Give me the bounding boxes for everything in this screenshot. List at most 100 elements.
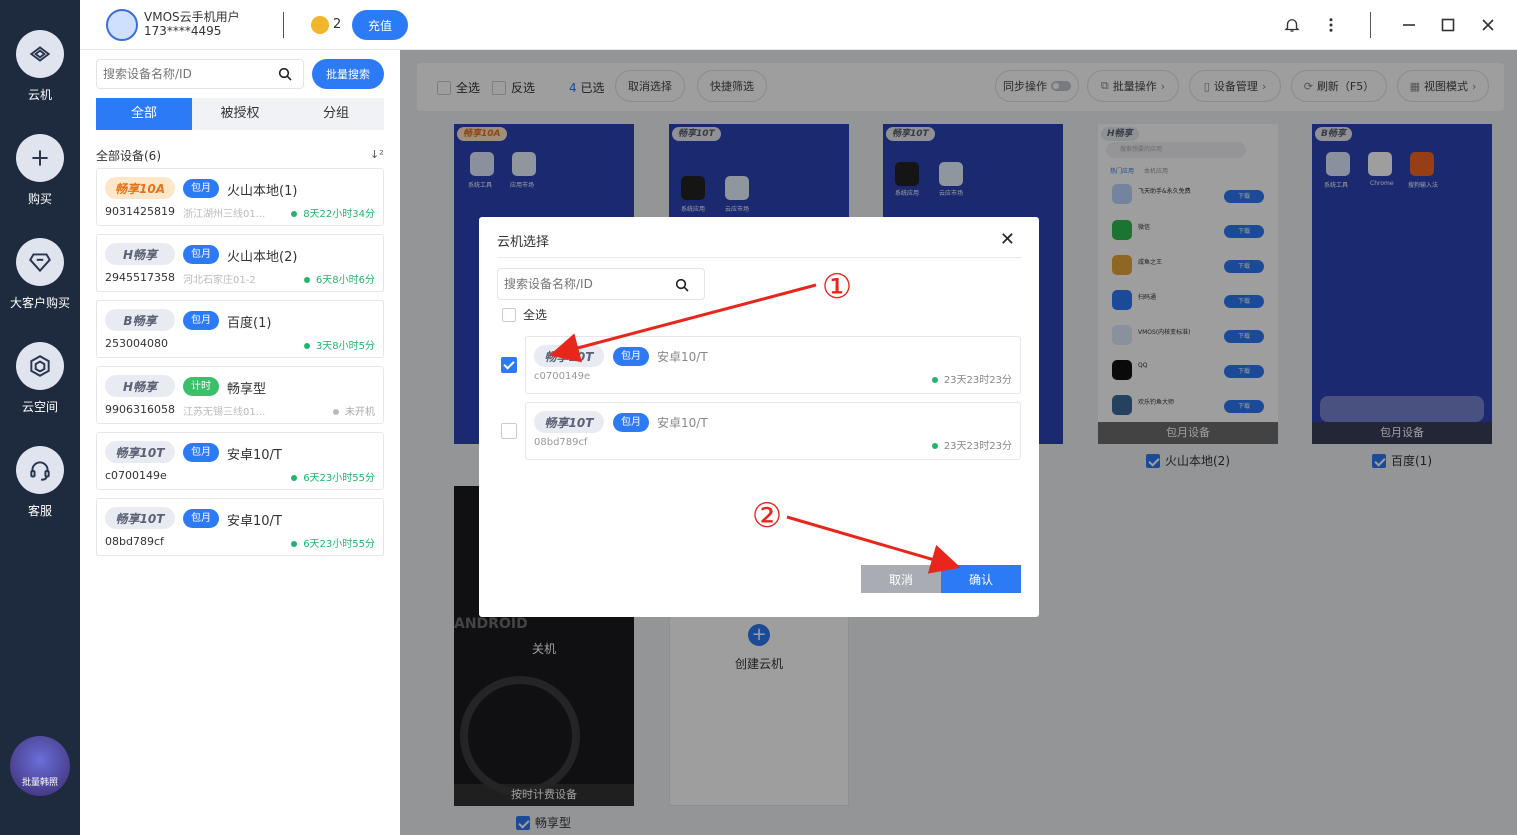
device-location: 江苏无锡三线01...	[183, 407, 266, 418]
status-dot	[333, 409, 339, 415]
plus-icon	[16, 134, 64, 182]
device-id: 08bd789cf	[534, 437, 588, 448]
time-text: 6天23小时55分	[303, 539, 375, 550]
rail-item-enterprise[interactable]: 大客户购买	[0, 238, 80, 311]
device-card[interactable]: 畅享10T 包月 安卓10/T c0700149e 6天23小时55分	[96, 432, 384, 490]
dialog-select-all[interactable]: 全选	[502, 306, 547, 323]
tab-authorized[interactable]: 被授权	[192, 98, 288, 130]
diamond-icon	[16, 238, 64, 286]
device-list-panel: 批量搜索 全部 被授权 分组 全部设备(6) ↓² 畅享10A 包月 火山本地(…	[80, 50, 400, 835]
list-header: 全部设备(6)	[96, 149, 161, 163]
device-remaining-time: 6天8小时6分	[303, 271, 375, 286]
close-icon[interactable]: ✕	[1000, 229, 1015, 250]
time-text: 6天23小时55分	[303, 473, 375, 484]
cloud-phone-select-dialog: 云机选择 ✕ 全选 畅享10T 包月 安卓10/T c0700149e 23天2…	[479, 217, 1039, 617]
item-checkbox[interactable]	[501, 357, 517, 373]
maximize-icon[interactable]	[1438, 15, 1458, 35]
more-vertical-icon[interactable]	[1321, 15, 1341, 35]
status-dot	[291, 211, 298, 217]
device-card[interactable]: B畅享 包月 百度(1) 253004080 3天8小时5分	[96, 300, 384, 358]
dialog-device-item[interactable]: 畅享10T 包月 安卓10/T 08bd789cf 23天23时23分	[525, 402, 1021, 460]
device-card[interactable]: H畅享 计时 畅享型 9906316058 江苏无锡三线01... 未开机	[96, 366, 384, 424]
device-name: 火山本地(2)	[227, 250, 298, 265]
device-card[interactable]: H畅享 包月 火山本地(2) 2945517358 河北石家庄01-2 6天8小…	[96, 234, 384, 292]
sort-icon[interactable]: ↓²	[370, 148, 384, 161]
rail-label: 客服	[27, 504, 52, 518]
plan-pill: 包月	[183, 509, 219, 528]
dialog-search-box	[497, 268, 705, 300]
search-icon[interactable]	[674, 277, 690, 293]
divider	[1370, 12, 1371, 38]
rail-item-buy[interactable]: 购买	[0, 134, 80, 207]
rail-label: 购买	[27, 192, 52, 206]
search-icon[interactable]	[277, 66, 293, 82]
divider	[283, 12, 284, 38]
minimize-icon[interactable]	[1399, 15, 1419, 35]
select-all-label: 全选	[523, 308, 548, 322]
tier-badge: 畅享10T	[534, 411, 604, 433]
divider	[497, 257, 1021, 258]
user-avatar[interactable]	[106, 9, 138, 41]
plan-pill: 计时	[183, 377, 219, 396]
plan-pill: 包月	[613, 347, 649, 366]
device-id: 253004080	[105, 337, 168, 350]
coin-icon	[311, 16, 329, 34]
dialog-search-input[interactable]	[498, 269, 668, 299]
device-name: 安卓10/T	[227, 448, 282, 463]
device-name: 百度(1)	[227, 316, 272, 331]
tab-group[interactable]: 分组	[288, 98, 384, 130]
recharge-button[interactable]: 充值	[352, 10, 408, 40]
device-search-box	[96, 59, 304, 89]
user-name: VMOS云手机用户	[144, 10, 240, 24]
device-name: 畅享型	[227, 382, 267, 397]
device-id: 08bd789cf	[105, 535, 164, 548]
time-text: 未开机	[345, 407, 375, 418]
checkbox[interactable]	[502, 307, 516, 322]
side-rail: 云机 购买 大客户购买 云空间 客服 批量韩照	[0, 0, 80, 835]
promo-avatar[interactable]: 批量韩照	[10, 736, 70, 796]
item-checkbox[interactable]	[501, 423, 517, 439]
bell-icon[interactable]	[1282, 15, 1302, 35]
device-name: 安卓10/T	[227, 514, 282, 529]
tab-all[interactable]: 全部	[96, 98, 192, 130]
status-dot	[931, 443, 938, 449]
device-remaining-time: 3天8小时5分	[303, 337, 375, 352]
device-name: 安卓10/T	[657, 350, 708, 364]
device-id: c0700149e	[105, 469, 167, 482]
plan-pill: 包月	[183, 311, 219, 330]
confirm-button[interactable]: 确认	[941, 565, 1021, 593]
time-text: 6天8小时6分	[315, 275, 375, 286]
promo-avatar-text: 批量韩照	[21, 778, 58, 788]
device-id: 2945517358	[105, 271, 175, 284]
status-dot	[291, 475, 298, 481]
time-text: 23天23时23分	[943, 375, 1012, 386]
device-remaining-time: 23天23时23分	[931, 437, 1012, 452]
device-remaining-time: 6天23小时55分	[291, 535, 375, 550]
bulk-search-button[interactable]: 批量搜索	[312, 59, 384, 89]
dialog-device-item[interactable]: 畅享10T 包月 安卓10/T c0700149e 23天23时23分	[525, 336, 1021, 394]
device-card[interactable]: 畅享10A 包月 火山本地(1) 9031425819 浙江湖州三线01... …	[96, 168, 384, 226]
cancel-button[interactable]: 取消	[861, 565, 941, 593]
time-text: 23天23时23分	[943, 441, 1012, 452]
device-search-input[interactable]	[97, 60, 267, 88]
plan-pill: 包月	[183, 179, 219, 198]
rail-item-support[interactable]: 客服	[0, 446, 80, 519]
cloud-phone-icon	[16, 30, 64, 78]
tier-badge: 畅享10T	[534, 345, 604, 367]
rail-item-cloud-phone[interactable]: 云机	[0, 30, 80, 103]
rail-item-cloud-space[interactable]: 云空间	[0, 342, 80, 415]
time-text: 3天8小时5分	[315, 341, 375, 352]
status-dot	[291, 541, 298, 547]
tier-badge: B畅享	[105, 309, 175, 331]
rail-label: 云机	[27, 88, 52, 102]
device-id: c0700149e	[534, 371, 591, 382]
close-icon[interactable]	[1478, 15, 1498, 35]
device-remaining-time: 8天22小时34分	[291, 205, 375, 220]
rail-label: 云空间	[21, 400, 58, 414]
device-remaining-time: 未开机	[333, 403, 375, 418]
device-remaining-time: 6天23小时55分	[291, 469, 375, 484]
device-card[interactable]: 畅享10T 包月 安卓10/T 08bd789cf 6天23小时55分	[96, 498, 384, 556]
headset-icon	[16, 446, 64, 494]
hexagon-icon	[16, 342, 64, 390]
device-tabs: 全部 被授权 分组	[96, 98, 384, 130]
